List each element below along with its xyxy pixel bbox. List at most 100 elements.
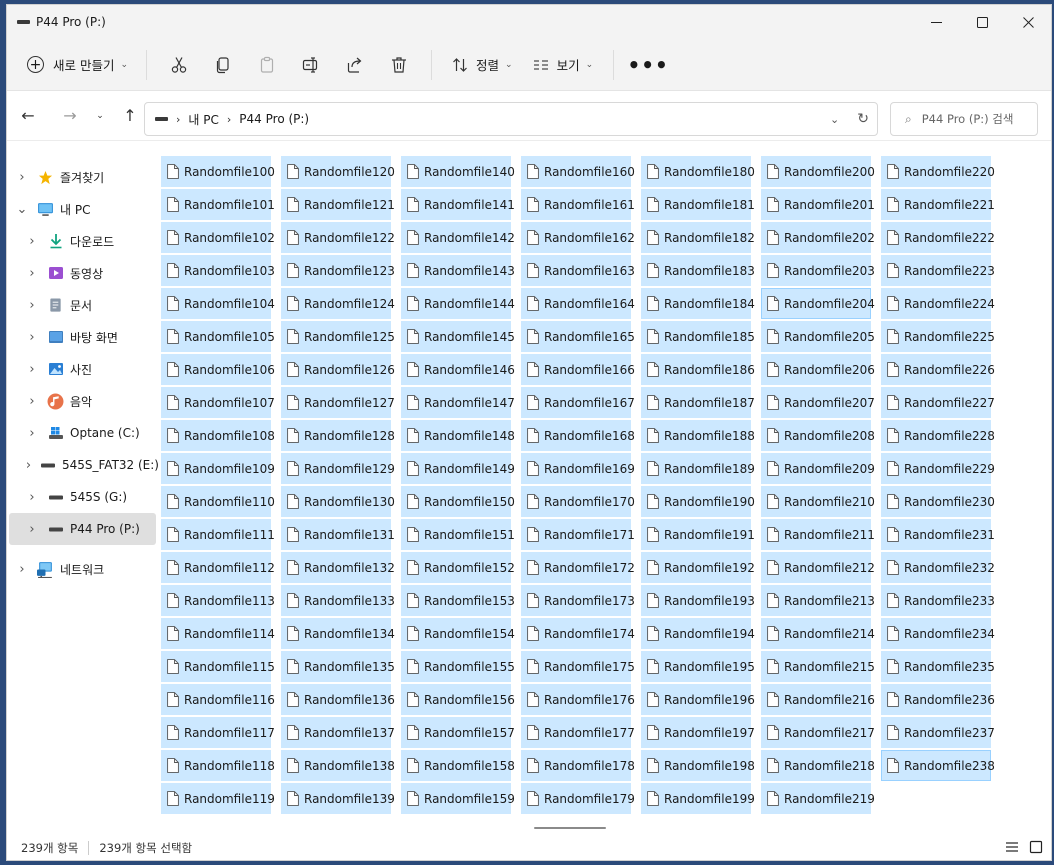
file-item[interactable]: Randomfile118 (161, 750, 275, 781)
file-item[interactable]: Randomfile127 (281, 387, 395, 418)
file-item[interactable]: Randomfile201 (761, 189, 875, 220)
file-item[interactable]: Randomfile234 (881, 618, 995, 649)
file-item[interactable]: Randomfile129 (281, 453, 395, 484)
file-item[interactable]: Randomfile164 (521, 288, 635, 319)
file-item[interactable]: Randomfile227 (881, 387, 995, 418)
file-item[interactable]: Randomfile158 (401, 750, 515, 781)
file-item[interactable]: Randomfile150 (401, 486, 515, 517)
details-view-icon[interactable] (1005, 840, 1019, 854)
chevron-down-icon[interactable]: ⌄ (15, 202, 29, 217)
file-item[interactable]: Randomfile204 (761, 288, 875, 319)
file-item[interactable]: Randomfile222 (881, 222, 995, 253)
file-item[interactable]: Randomfile166 (521, 354, 635, 385)
file-item[interactable]: Randomfile218 (761, 750, 875, 781)
file-item[interactable]: Randomfile146 (401, 354, 515, 385)
file-item[interactable]: Randomfile190 (641, 486, 755, 517)
search-box[interactable]: ⌕ (890, 102, 1038, 136)
file-item[interactable]: Randomfile122 (281, 222, 395, 253)
file-item[interactable]: Randomfile123 (281, 255, 395, 286)
file-item[interactable]: Randomfile161 (521, 189, 635, 220)
file-item[interactable]: Randomfile147 (401, 387, 515, 418)
file-item[interactable]: Randomfile171 (521, 519, 635, 550)
delete-button[interactable] (379, 49, 419, 81)
file-item[interactable]: Randomfile102 (161, 222, 275, 253)
file-item[interactable]: Randomfile173 (521, 585, 635, 616)
file-item[interactable]: Randomfile186 (641, 354, 755, 385)
file-item[interactable]: Randomfile207 (761, 387, 875, 418)
file-item[interactable]: Randomfile137 (281, 717, 395, 748)
file-item[interactable]: Randomfile225 (881, 321, 995, 352)
sort-button[interactable]: 정렬 ⌄ (444, 49, 521, 81)
horizontal-scrollbar[interactable] (534, 827, 606, 829)
maximize-button[interactable] (959, 5, 1005, 39)
file-item[interactable]: Randomfile188 (641, 420, 755, 451)
file-item[interactable]: Randomfile155 (401, 651, 515, 682)
cut-button[interactable] (159, 49, 199, 81)
file-item[interactable]: Randomfile182 (641, 222, 755, 253)
chevron-right-icon[interactable]: › (25, 426, 39, 441)
file-item[interactable]: Randomfile111 (161, 519, 275, 550)
file-item[interactable]: Randomfile134 (281, 618, 395, 649)
file-item[interactable]: Randomfile177 (521, 717, 635, 748)
file-item[interactable]: Randomfile187 (641, 387, 755, 418)
forward-button[interactable]: → (55, 101, 85, 131)
file-item[interactable]: Randomfile235 (881, 651, 995, 682)
file-item[interactable]: Randomfile174 (521, 618, 635, 649)
file-item[interactable]: Randomfile224 (881, 288, 995, 319)
file-item[interactable]: Randomfile203 (761, 255, 875, 286)
file-item[interactable]: Randomfile206 (761, 354, 875, 385)
file-item[interactable]: Randomfile219 (761, 783, 875, 814)
chevron-right-icon[interactable]: › (25, 362, 39, 377)
file-item[interactable]: Randomfile144 (401, 288, 515, 319)
breadcrumb-this-pc[interactable]: 내 PC (188, 111, 218, 128)
file-item[interactable]: Randomfile108 (161, 420, 275, 451)
file-item[interactable]: Randomfile212 (761, 552, 875, 583)
file-item[interactable]: Randomfile170 (521, 486, 635, 517)
file-item[interactable]: Randomfile116 (161, 684, 275, 715)
sidebar-item[interactable]: ⌄ 내 PC (7, 193, 159, 225)
recent-locations-button[interactable]: ⌄ (89, 101, 111, 131)
file-item[interactable]: Randomfile214 (761, 618, 875, 649)
refresh-icon[interactable]: ↻ (857, 111, 869, 127)
chevron-right-icon[interactable]: › (25, 458, 32, 473)
sidebar-item[interactable]: › 즐겨찾기 (7, 161, 159, 193)
file-item[interactable]: Randomfile191 (641, 519, 755, 550)
large-icons-view-icon[interactable] (1029, 840, 1043, 854)
file-item[interactable]: Randomfile105 (161, 321, 275, 352)
file-item[interactable]: Randomfile103 (161, 255, 275, 286)
file-item[interactable]: Randomfile128 (281, 420, 395, 451)
file-item[interactable]: Randomfile117 (161, 717, 275, 748)
file-item[interactable]: Randomfile126 (281, 354, 395, 385)
search-input[interactable] (921, 112, 1032, 126)
file-item[interactable]: Randomfile209 (761, 453, 875, 484)
sidebar-item[interactable]: › 545S_FAT32 (E:) (7, 449, 159, 481)
file-item[interactable]: Randomfile198 (641, 750, 755, 781)
title-bar[interactable]: P44 Pro (P:) (7, 5, 1051, 39)
file-item[interactable]: Randomfile157 (401, 717, 515, 748)
sidebar-item[interactable]: › P44 Pro (P:) (9, 513, 156, 545)
file-item[interactable]: Randomfile140 (401, 156, 515, 187)
sidebar-item[interactable]: › 545S (G:) (7, 481, 159, 513)
file-item[interactable]: Randomfile179 (521, 783, 635, 814)
chevron-right-icon[interactable]: › (25, 522, 39, 537)
rename-button[interactable] (291, 49, 331, 81)
file-item[interactable]: Randomfile215 (761, 651, 875, 682)
file-item[interactable]: Randomfile228 (881, 420, 995, 451)
file-item[interactable]: Randomfile162 (521, 222, 635, 253)
chevron-right-icon[interactable]: › (15, 170, 29, 185)
file-item[interactable]: Randomfile230 (881, 486, 995, 517)
breadcrumb-current-drive[interactable]: P44 Pro (P:) (239, 112, 309, 126)
file-item[interactable]: Randomfile125 (281, 321, 395, 352)
file-item[interactable]: Randomfile193 (641, 585, 755, 616)
file-item[interactable]: Randomfile236 (881, 684, 995, 715)
file-item[interactable]: Randomfile142 (401, 222, 515, 253)
file-item[interactable]: Randomfile132 (281, 552, 395, 583)
file-item[interactable]: Randomfile220 (881, 156, 995, 187)
file-item[interactable]: Randomfile216 (761, 684, 875, 715)
file-item[interactable]: Randomfile192 (641, 552, 755, 583)
file-item[interactable]: Randomfile136 (281, 684, 395, 715)
file-item[interactable]: Randomfile196 (641, 684, 755, 715)
file-item[interactable]: Randomfile159 (401, 783, 515, 814)
file-item[interactable]: Randomfile195 (641, 651, 755, 682)
file-item[interactable]: Randomfile185 (641, 321, 755, 352)
